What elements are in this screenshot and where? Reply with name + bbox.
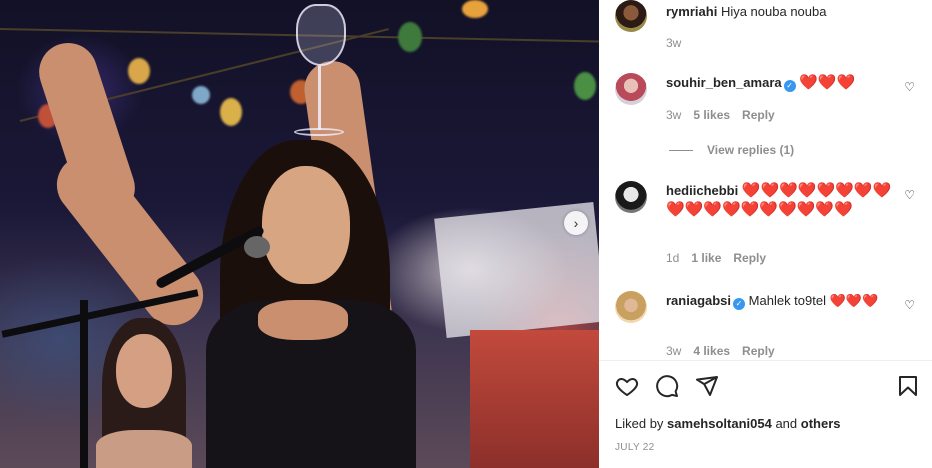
comment-text: souhir_ben_amara ✓ ❤️❤️❤️ (666, 73, 901, 92)
light-bulb (574, 72, 596, 100)
comment-body: Hiya nouba nouba (720, 4, 827, 19)
background-panel (470, 330, 599, 468)
post-sidebar: rymriahi Hiya nouba nouba 3w souhir_ben_… (599, 0, 932, 468)
comment-likes[interactable]: 4 likes (693, 344, 730, 358)
comment-item: raniagabsi ✓ Mahlek to9tel ❤️❤️❤️ ♡ 3w 4 … (615, 290, 915, 360)
wine-glass-base (294, 128, 344, 136)
comment-age[interactable]: 3w (666, 344, 681, 358)
like-comment-icon[interactable]: ♡ (904, 80, 915, 94)
post-date[interactable]: JULY 22 (615, 442, 655, 453)
mic-stand (80, 300, 88, 468)
light-bulb (462, 0, 488, 18)
comments-list[interactable]: rymriahi Hiya nouba nouba 3w souhir_ben_… (599, 0, 932, 360)
view-replies-button[interactable]: View replies (1) (669, 143, 794, 157)
like-comment-icon[interactable]: ♡ (904, 298, 915, 312)
comment-likes[interactable]: 1 like (691, 251, 721, 265)
bookmark-icon[interactable] (896, 374, 920, 398)
avatar[interactable] (615, 181, 647, 213)
liked-by-and: and (775, 416, 798, 431)
divider-line (669, 149, 693, 151)
comment-icon[interactable] (655, 374, 679, 398)
comment-username[interactable]: hediichebbi (666, 183, 738, 198)
comment-meta: 3w 5 likes Reply (666, 108, 775, 122)
comment-username[interactable]: raniagabsi (666, 293, 731, 308)
comment-text: hediichebbi ❤️❤️❤️❤️❤️❤️❤️❤️❤️❤️❤️❤️❤️❤️… (666, 181, 898, 219)
liked-by-others[interactable]: others (801, 416, 841, 431)
share-icon[interactable] (695, 374, 719, 398)
background-person (96, 318, 192, 468)
comment-meta: 3w (666, 36, 681, 50)
verified-badge-icon: ✓ (733, 298, 746, 310)
comment-age[interactable]: 1d (666, 251, 679, 265)
liked-by-user[interactable]: samehsoltani054 (667, 416, 772, 431)
comment-item: rymriahi Hiya nouba nouba 3w (615, 0, 915, 60)
comment-body: Mahlek to9tel ❤️❤️❤️ (748, 293, 879, 308)
singer-chest (258, 300, 348, 340)
comment-age[interactable]: 3w (666, 36, 681, 50)
singer-face (262, 166, 350, 284)
chevron-right-icon: › (573, 215, 579, 231)
comment-meta: 3w 4 likes Reply (666, 344, 775, 358)
heart-icon[interactable] (615, 374, 639, 398)
comment-username[interactable]: rymriahi (666, 4, 717, 19)
reply-button[interactable]: Reply (742, 344, 775, 358)
comment-age[interactable]: 3w (666, 108, 681, 122)
wine-glass (296, 4, 346, 66)
light-bulb (128, 58, 150, 84)
post-photo[interactable]: › (0, 0, 599, 468)
verified-badge-icon: ✓ (783, 80, 796, 92)
liked-by-prefix: Liked by (615, 416, 664, 431)
light-bulb (192, 86, 210, 104)
comment-meta: 1d 1 like Reply (666, 251, 766, 265)
microphone-head (244, 236, 270, 258)
light-bulb (220, 98, 242, 126)
light-bulb (398, 22, 422, 52)
like-comment-icon[interactable]: ♡ (904, 188, 915, 202)
next-slide-button[interactable]: › (564, 211, 588, 235)
reply-button[interactable]: Reply (733, 251, 766, 265)
comment-username[interactable]: souhir_ben_amara (666, 75, 782, 90)
avatar[interactable] (615, 73, 647, 105)
liked-by-line: Liked by samehsoltani054 and others (615, 416, 841, 431)
comment-body: ❤️❤️❤️ (799, 74, 856, 91)
post-actions (615, 374, 920, 400)
wine-glass-stem (318, 66, 321, 130)
comment-text: raniagabsi ✓ Mahlek to9tel ❤️❤️❤️ (666, 291, 901, 310)
comment-item: souhir_ben_amara ✓ ❤️❤️❤️ ♡ 3w 5 likes Re… (615, 72, 915, 162)
avatar[interactable] (615, 291, 647, 323)
comment-likes[interactable]: 5 likes (693, 108, 730, 122)
view-replies-label: View replies (1) (707, 143, 795, 157)
reply-button[interactable]: Reply (742, 108, 775, 122)
comment-text: rymriahi Hiya nouba nouba (666, 2, 901, 21)
comment-item: hediichebbi ❤️❤️❤️❤️❤️❤️❤️❤️❤️❤️❤️❤️❤️❤️… (615, 180, 915, 280)
avatar[interactable] (615, 0, 647, 32)
section-divider (599, 360, 932, 361)
